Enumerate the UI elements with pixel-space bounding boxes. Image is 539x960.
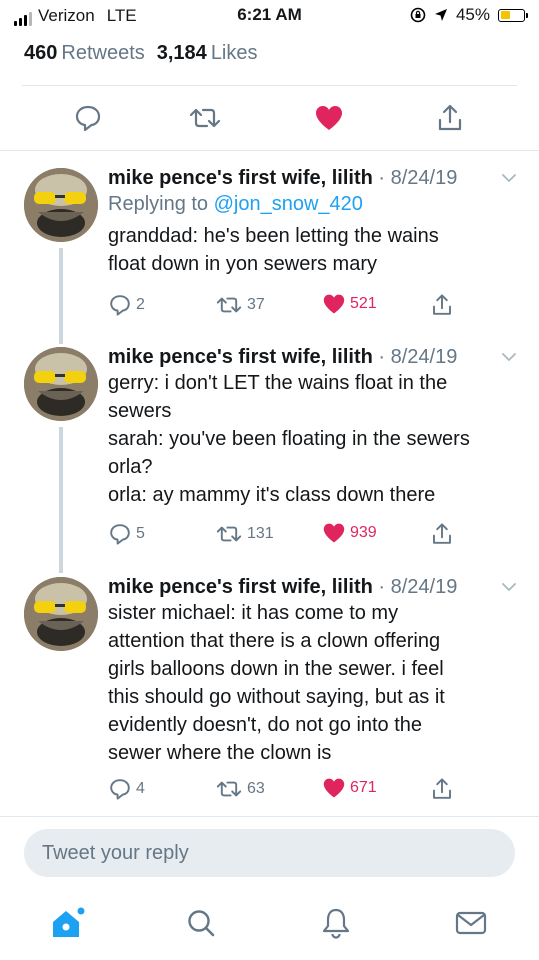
like-icon	[323, 523, 345, 543]
likes-count: 3,184	[156, 42, 207, 64]
reply-button[interactable]	[68, 98, 108, 138]
retweet-count: 131	[247, 525, 274, 542]
retweet-button[interactable]: 37	[215, 293, 265, 317]
tab-messages[interactable]	[451, 903, 491, 943]
reply-button[interactable]: 4	[108, 777, 145, 801]
chevron-down-icon[interactable]	[499, 168, 519, 188]
reply-count: 4	[136, 780, 145, 797]
reply-icon	[110, 524, 130, 545]
avatar[interactable]	[24, 347, 98, 421]
reply-count: 2	[136, 296, 145, 313]
author-name[interactable]: mike pence's first wife, lilith	[108, 576, 373, 598]
share-button[interactable]	[430, 98, 470, 138]
reply-tweet[interactable]: mike pence's first wife, lilith · 8/24/1…	[0, 345, 539, 575]
thread-line	[59, 427, 63, 573]
reply-input[interactable]: Tweet your reply	[24, 829, 515, 877]
retweet-icon	[216, 781, 242, 797]
like-icon	[323, 778, 345, 798]
reply-placeholder: Tweet your reply	[42, 842, 189, 864]
stats-divider	[22, 85, 517, 86]
share-button[interactable]	[430, 777, 454, 801]
share-button[interactable]	[430, 522, 454, 546]
share-button[interactable]	[430, 293, 454, 317]
tweet-date: 8/24/19	[390, 346, 458, 368]
tweet-text: gerry: i don't LET the wains float in th…	[108, 372, 470, 506]
reply-count: 5	[136, 525, 145, 542]
tweet-date: 8/24/19	[390, 576, 458, 598]
tab-search[interactable]	[181, 903, 221, 943]
battery-icon	[498, 8, 528, 22]
battery-percent: 45%	[455, 5, 490, 24]
author-name[interactable]: mike pence's first wife, lilith	[108, 167, 373, 189]
tweet-date: 8/24/19	[390, 167, 458, 189]
like-button[interactable]: 521	[322, 293, 377, 315]
replying-to-label: Replying to	[108, 193, 209, 215]
home-icon	[53, 907, 85, 937]
retweets-count: 460	[24, 42, 58, 64]
avatar-image	[24, 347, 98, 421]
retweet-count: 37	[247, 296, 265, 313]
like-button[interactable]: 671	[322, 777, 377, 799]
like-icon	[323, 294, 345, 314]
tab-home[interactable]	[47, 903, 87, 943]
main-action-bar	[0, 98, 539, 138]
like-count: 671	[350, 779, 377, 796]
like-icon	[316, 106, 342, 130]
messages-icon	[455, 911, 487, 935]
reply-button[interactable]: 2	[108, 293, 145, 317]
like-button[interactable]: 939	[322, 522, 377, 544]
retweet-button[interactable]: 63	[215, 777, 265, 801]
thread-end-divider	[0, 816, 539, 817]
retweet-icon	[216, 526, 242, 542]
retweet-icon	[216, 297, 242, 313]
likes-label: Likes	[210, 42, 258, 64]
reply-button[interactable]: 5	[108, 522, 145, 546]
retweet-button[interactable]	[185, 98, 225, 138]
retweet-count: 63	[247, 780, 265, 797]
chevron-down-icon[interactable]	[499, 347, 519, 367]
retweet-button[interactable]: 131	[215, 522, 274, 546]
retweets-label: Retweets	[61, 42, 145, 64]
avatar-image	[24, 577, 98, 651]
share-icon	[438, 104, 462, 131]
avatar[interactable]	[24, 168, 98, 242]
thread-line	[59, 248, 63, 344]
location-arrow-icon	[434, 9, 447, 21]
share-icon	[433, 778, 451, 799]
reply-icon	[110, 295, 130, 316]
tab-notifications[interactable]	[316, 903, 356, 943]
share-icon	[433, 294, 451, 315]
share-icon	[433, 523, 451, 544]
tweet-text: granddad: he's been letting the wains fl…	[108, 225, 439, 275]
like-count: 521	[350, 295, 377, 312]
search-icon	[188, 910, 215, 937]
reply-icon	[75, 105, 101, 132]
retweets-stat[interactable]: 460 Retweets	[24, 42, 145, 65]
engagement-stats: 460 Retweets 3,184 Likes	[24, 42, 258, 65]
like-count: 939	[350, 524, 377, 541]
avatar-image	[24, 168, 98, 242]
like-button[interactable]	[309, 98, 349, 138]
reply-icon	[110, 779, 130, 800]
chevron-down-icon[interactable]	[499, 577, 519, 597]
author-name[interactable]: mike pence's first wife, lilith	[108, 346, 373, 368]
actions-divider	[0, 150, 539, 151]
notifications-icon	[322, 908, 350, 939]
reply-tweet[interactable]: mike pence's first wife, lilith · 8/24/1…	[0, 166, 539, 346]
reply-tweet[interactable]: mike pence's first wife, lilith · 8/24/1…	[0, 575, 539, 815]
tweet-text: sister michael: it has come to my attent…	[108, 602, 445, 764]
avatar[interactable]	[24, 577, 98, 651]
likes-stat[interactable]: 3,184 Likes	[157, 42, 258, 65]
retweet-icon	[189, 108, 221, 128]
battery-level	[500, 11, 511, 19]
reply-handle-link[interactable]: @jon_snow_420	[214, 193, 363, 215]
rotation-lock-icon	[410, 7, 426, 23]
status-bar: Verizon LTE 6:21 AM 45%	[0, 0, 539, 30]
